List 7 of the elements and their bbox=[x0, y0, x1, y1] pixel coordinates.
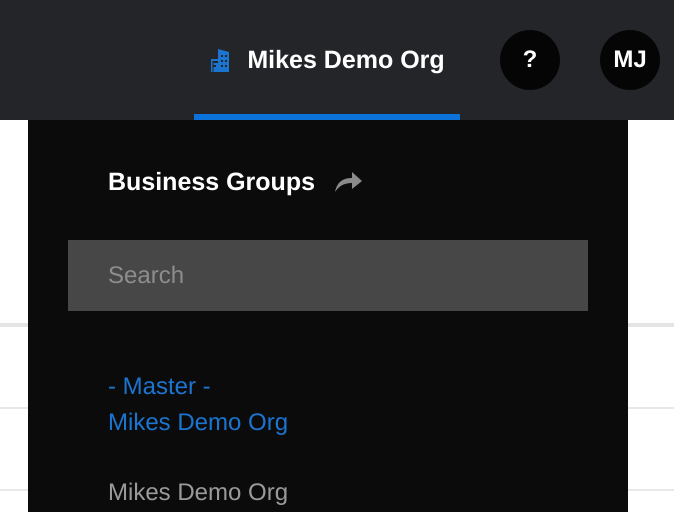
panel-title: Business Groups bbox=[108, 168, 315, 196]
share-icon[interactable] bbox=[333, 171, 363, 193]
business-group-item[interactable]: Mikes Demo Org bbox=[108, 475, 588, 511]
business-group-item[interactable]: - Master - Mikes Demo Org bbox=[108, 369, 588, 441]
user-avatar[interactable]: MJ bbox=[600, 30, 660, 90]
help-button[interactable]: ? bbox=[500, 30, 560, 90]
search-field[interactable]: Search bbox=[68, 240, 588, 311]
